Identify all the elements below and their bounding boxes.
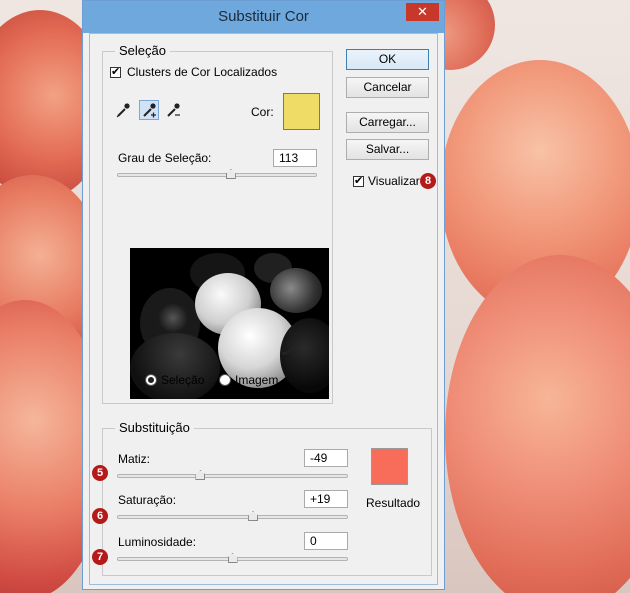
close-button[interactable]: ✕ <box>406 3 439 21</box>
image-radio-label: Imagem <box>235 373 279 387</box>
selection-legend: Seleção <box>115 43 170 58</box>
saturation-slider-thumb[interactable] <box>248 511 259 521</box>
eyedropper-plus-icon[interactable] <box>139 100 159 120</box>
eyedropper-minus-icon[interactable] <box>164 101 184 121</box>
eyedropper-icon[interactable] <box>114 101 134 121</box>
fuzziness-slider-thumb[interactable] <box>225 169 236 179</box>
hue-slider[interactable] <box>117 470 348 480</box>
fuzziness-slider[interactable] <box>117 169 317 179</box>
selection-radio-label: Seleção <box>161 373 205 387</box>
replace-color-dialog: Substituir Cor ✕ Seleção Clusters de Cor… <box>82 0 445 590</box>
fuzziness-field[interactable]: 113 <box>273 149 317 167</box>
ok-button[interactable]: OK <box>346 49 429 70</box>
step-marker-6: 6 <box>92 508 108 524</box>
lightness-label: Luminosidade: <box>118 535 197 549</box>
selection-group: Seleção Clusters de Cor Localizados Cor:… <box>102 43 333 404</box>
apple-image <box>445 255 630 593</box>
result-label: Resultado <box>366 496 421 510</box>
lightness-slider-thumb[interactable] <box>227 553 238 563</box>
hue-field[interactable]: -49 <box>304 449 348 467</box>
lightness-field[interactable]: 0 <box>304 532 348 550</box>
lightness-slider[interactable] <box>117 553 348 563</box>
fuzziness-label: Grau de Seleção: <box>118 151 212 165</box>
clusters-checkbox[interactable] <box>110 65 121 78</box>
selection-color-swatch[interactable] <box>283 93 320 130</box>
step-marker-8: 8 <box>420 173 436 189</box>
preview-checkbox[interactable] <box>353 174 364 187</box>
load-button[interactable]: Carregar... <box>346 112 429 133</box>
selection-radio[interactable] <box>145 374 157 386</box>
dialog-body: Seleção Clusters de Cor Localizados Cor:… <box>89 33 438 585</box>
result-color-swatch[interactable] <box>371 448 408 485</box>
color-label: Cor: <box>251 105 274 119</box>
step-marker-5: 5 <box>92 465 108 481</box>
image-radio[interactable] <box>219 374 231 386</box>
clusters-label: Clusters de Cor Localizados <box>127 65 278 79</box>
hue-slider-thumb[interactable] <box>195 470 206 480</box>
replacement-group: Substituição Matiz: -49 Saturação: +19 L… <box>102 420 432 576</box>
saturation-field[interactable]: +19 <box>304 490 348 508</box>
hue-label: Matiz: <box>118 452 151 466</box>
replacement-legend: Substituição <box>115 420 194 435</box>
title-bar[interactable]: Substituir Cor ✕ <box>83 1 444 33</box>
saturation-label: Saturação: <box>118 493 177 507</box>
saturation-slider[interactable] <box>117 511 348 521</box>
cancel-button[interactable]: Cancelar <box>346 77 429 98</box>
preview-label: Visualizar <box>368 174 420 188</box>
dialog-title: Substituir Cor <box>218 8 309 25</box>
save-button[interactable]: Salvar... <box>346 139 429 160</box>
step-marker-7: 7 <box>92 549 108 565</box>
